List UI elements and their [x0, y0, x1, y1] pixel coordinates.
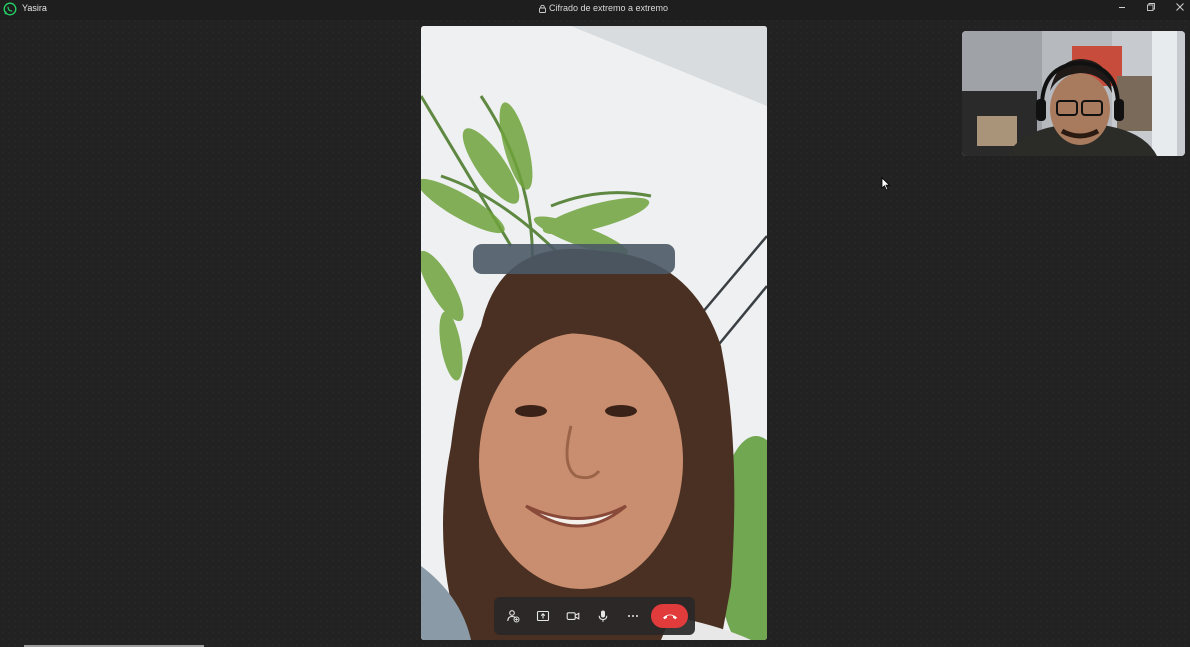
- close-icon: [1176, 3, 1184, 11]
- mouse-cursor-icon: [881, 177, 891, 191]
- video-call-window: Yasira Cifrado de extremo a extremo: [0, 0, 1190, 647]
- encryption-label: Cifrado de extremo a extremo: [549, 3, 669, 13]
- camera-icon: [566, 612, 580, 620]
- restore-button[interactable]: [1136, 0, 1166, 14]
- add-participant-button[interactable]: [503, 606, 523, 626]
- self-video-preview[interactable]: [962, 31, 1185, 156]
- screen-share-icon: [536, 610, 550, 622]
- contact-name: Yasira: [22, 3, 47, 13]
- microphone-button[interactable]: [593, 606, 613, 626]
- close-button[interactable]: [1165, 0, 1190, 14]
- microphone-icon: [598, 610, 608, 622]
- lock-icon: [539, 4, 546, 13]
- self-video-frame: [962, 31, 1185, 156]
- add-participant-icon: [507, 610, 520, 623]
- camera-button[interactable]: [563, 606, 583, 626]
- call-control-bar: [494, 597, 695, 635]
- minimize-icon: [1119, 7, 1125, 8]
- remote-video: [421, 26, 767, 640]
- more-options-icon: [628, 615, 638, 617]
- end-call-button[interactable]: [651, 604, 688, 628]
- restore-icon: [1147, 3, 1155, 11]
- title-bar: Yasira Cifrado de extremo a extremo: [0, 0, 1190, 20]
- screen-share-button[interactable]: [533, 606, 553, 626]
- minimize-button[interactable]: [1107, 0, 1137, 14]
- whatsapp-icon: [3, 2, 17, 16]
- more-options-button[interactable]: [623, 606, 643, 626]
- end-call-icon: [662, 614, 677, 620]
- encryption-notice: Cifrado de extremo a extremo: [539, 3, 668, 13]
- remote-video-frame: [421, 26, 767, 640]
